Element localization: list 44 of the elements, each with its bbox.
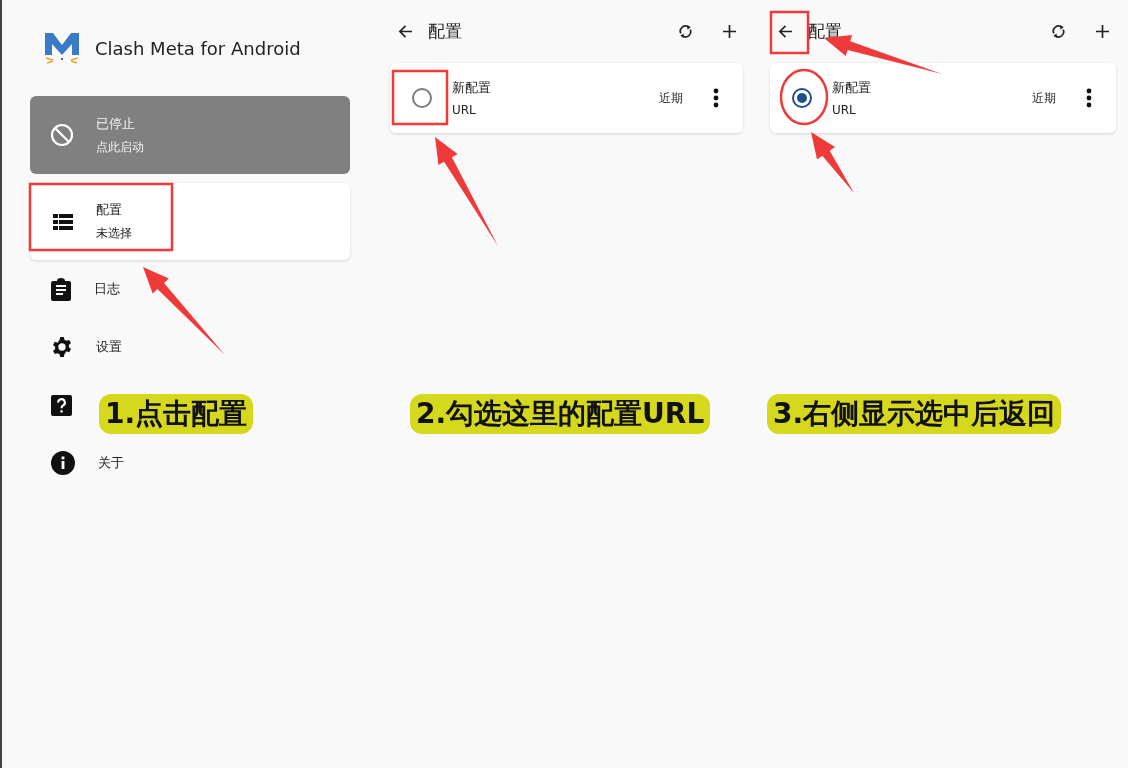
profile-card[interactable]: 新配置 URL 近期 (390, 63, 743, 133)
step-label: 3.右侧显示选中后返回 (767, 394, 1062, 434)
step-label: 2.勾选这里的配置URL (410, 394, 711, 434)
radio-button[interactable] (792, 88, 812, 108)
status-subtitle: 点此启动 (96, 138, 144, 156)
refresh-icon[interactable] (1051, 24, 1066, 39)
step-label: 1.点击配置 (99, 394, 254, 434)
back-icon[interactable] (778, 24, 793, 39)
app-title: Clash Meta for Android (95, 37, 301, 59)
nav-title: 配置 (96, 201, 123, 219)
updated-time: 近期 (1032, 89, 1056, 107)
highlight-circle (779, 68, 829, 126)
profile-name: 新配置 (452, 79, 491, 97)
add-icon[interactable] (723, 25, 736, 38)
updated-time: 近期 (659, 89, 683, 107)
stop-icon (50, 123, 74, 147)
cat-logo-icon (44, 31, 80, 65)
highlight-box (769, 10, 810, 55)
profile-card[interactable]: 新配置 URL 近期 (770, 63, 1116, 133)
status-card[interactable]: 已停止 点此启动 (30, 96, 350, 174)
profiles-card[interactable]: 配置 未选择 (30, 183, 350, 260)
nav-label[interactable]: 设置 (96, 338, 122, 356)
status-title: 已停止 (96, 114, 136, 133)
more-icon[interactable] (713, 88, 719, 108)
help-icon[interactable] (51, 394, 72, 416)
profile-type: URL (452, 103, 477, 117)
profile-type: URL (832, 103, 857, 117)
nav-label[interactable]: 日志 (94, 280, 120, 298)
info-icon[interactable] (51, 451, 75, 475)
more-icon[interactable] (1086, 88, 1092, 108)
back-icon[interactable] (398, 24, 413, 39)
clipboard-icon[interactable] (51, 277, 71, 301)
nav-label[interactable]: 关于 (98, 454, 124, 472)
radio-button[interactable] (412, 88, 432, 108)
screen-title: 配置 (428, 20, 462, 43)
settings-icon[interactable] (51, 336, 73, 358)
screen-title: 配置 (808, 20, 842, 43)
pointer-arrow (811, 132, 854, 193)
profile-name: 新配置 (832, 79, 871, 97)
nav-subtitle: 未选择 (96, 225, 132, 242)
refresh-icon[interactable] (678, 24, 693, 39)
add-icon[interactable] (1096, 25, 1109, 38)
highlight-box (391, 69, 449, 126)
list-icon (53, 213, 73, 230)
